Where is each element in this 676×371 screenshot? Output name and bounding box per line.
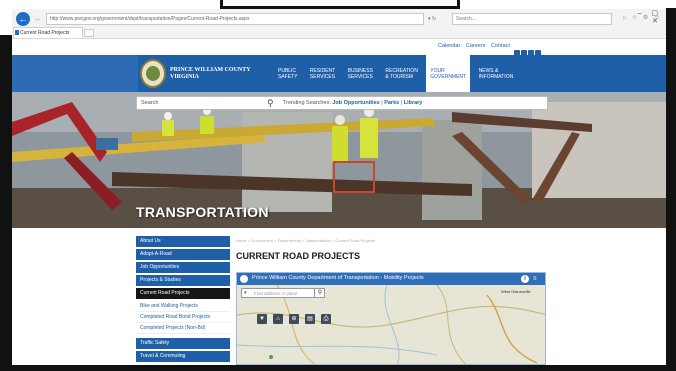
page-content: About Us Adopt-A-Road Job Opportunities … [12, 228, 666, 365]
hero-title: TRANSPORTATION [136, 204, 269, 220]
sidebar-nav: About Us Adopt-A-Road Job Opportunities … [136, 236, 230, 364]
page-title: CURRENT ROAD PROJECTS [236, 251, 361, 261]
construction-photo [12, 92, 666, 228]
sidebar-item-travel-commuting[interactable]: Travel & Commuting [136, 351, 230, 362]
sidebar-item-projects[interactable]: Projects & Studies [136, 275, 230, 286]
brand-line-2: VIRGINIA [170, 74, 200, 80]
map-search-input[interactable]: Find address or place [254, 291, 297, 296]
photo-frame-left [0, 35, 12, 371]
locate-icon[interactable]: ⊕ [289, 314, 299, 324]
site-search-bar: Search ⚲ Trending Searches: Job Opportun… [136, 96, 548, 110]
sidebar-item-traffic-safety[interactable]: Traffic Safety [136, 338, 230, 349]
print-icon[interactable]: ⎙ [321, 314, 331, 324]
nav-menu: PUBLIC SAFETY RESIDENT SERVICES BUSINESS SE… [274, 55, 517, 92]
browser-window: ← → http://www.pwcgov.org/government/dep… [12, 9, 666, 365]
browser-search-input[interactable]: Search... [452, 13, 612, 25]
contact-link[interactable]: Contact [491, 43, 510, 49]
sidebar-item-about[interactable]: About Us [136, 236, 230, 247]
page-favicon-icon [15, 30, 19, 35]
nav-left-panel [12, 55, 138, 92]
sidebar-subitem-completed-bond[interactable]: Completed Road Bond Projects [136, 312, 230, 323]
layers-icon[interactable]: ▤ [305, 314, 315, 324]
sidebar-item-jobs[interactable]: Job Opportunities [136, 262, 230, 273]
nav-item-news-information[interactable]: NEWS & INFORMATION [475, 55, 518, 92]
nav-item-recreation-tourism[interactable]: RECREATION & TOURISM [381, 55, 421, 92]
nav-item-public-safety[interactable]: PUBLIC SAFETY [274, 55, 301, 92]
trending-searches: Trending Searches: Job Opportunities | P… [283, 100, 423, 106]
browser-tab[interactable]: Current Road Projects [13, 27, 83, 38]
forward-arrow-icon[interactable]: → [33, 14, 43, 24]
utility-links: Calendar Careers Contact [438, 43, 514, 49]
dropdown-icon[interactable]: ▾ [244, 290, 247, 296]
nav-item-resident-services[interactable]: RESIDENT SERVICES [306, 55, 339, 92]
photo-frame-cord [220, 0, 460, 9]
back-arrow-icon[interactable]: ← [16, 12, 30, 26]
toolbar-icons[interactable]: ⌂ ☆ ⚙ ☺ [622, 14, 662, 24]
browser-chrome: ← → http://www.pwcgov.org/government/dep… [12, 9, 666, 39]
address-bar[interactable]: http://www.pwcgov.org/government/dept/tr… [46, 13, 424, 25]
map-widget[interactable]: Prince William County Department of Tran… [236, 272, 546, 365]
search-icon[interactable]: ⚲ [267, 98, 277, 108]
map-title: Prince William County Department of Tran… [252, 275, 424, 281]
sidebar-subitem-completed-non-bond[interactable]: Completed Projects (Non-Bd) [136, 323, 230, 334]
sidebar-subitem-bike-walking[interactable]: Bike and Walking Projects [136, 301, 230, 312]
map-search-icon[interactable]: ⚲ [314, 289, 325, 297]
nav-label: SERVICES [309, 74, 336, 80]
new-tab-button[interactable] [84, 29, 94, 37]
sidebar-item-current-road-projects[interactable]: Current Road Projects [136, 288, 230, 299]
home-icon[interactable]: ⌂ [273, 314, 283, 324]
calendar-link[interactable]: Calendar [438, 43, 460, 49]
main-navigation: PRINCE WILLIAM COUNTY VIRGINIA PUBLIC SAF… [12, 55, 666, 92]
map-header: Prince William County Department of Tran… [237, 273, 545, 285]
menu-icon[interactable]: ≡ [533, 275, 541, 283]
nav-item-your-government[interactable]: YOUR GOVERNMENT [426, 55, 471, 92]
site-search-input[interactable]: Search [141, 100, 158, 106]
county-brand[interactable]: PRINCE WILLIAM COUNTY VIRGINIA [170, 67, 260, 81]
refresh-icon[interactable]: ▾ ↻ [428, 13, 450, 25]
trending-link-library[interactable]: Library [404, 100, 423, 106]
nav-item-business-services[interactable]: BUSINESS SERVICES [344, 55, 377, 92]
nav-label: SAFETY [278, 74, 298, 80]
trending-label: Trending Searches: [283, 100, 331, 106]
photo-frame-bottom [0, 365, 676, 371]
seal-emblem [146, 66, 160, 81]
filter-icon[interactable]: ▼ [257, 314, 267, 324]
nav-label: INFORMATION [478, 74, 514, 80]
breadcrumb[interactable]: Home > Government > Departments > Transp… [236, 238, 375, 243]
hero-banner: Search ⚲ Trending Searches: Job Opportun… [12, 92, 666, 228]
nav-label: SERVICES [347, 74, 373, 80]
map-place-label: West Gainesville [501, 289, 531, 294]
map-toolbar: ▼ ⌂ ⊕ ▤ ⎙ [257, 307, 337, 325]
map-canvas[interactable]: ▾ Find address or place ⚲ ▼ ⌂ ⊕ ▤ ⎙ West Gai… [237, 285, 545, 364]
utility-bar: Calendar Careers Contact [12, 39, 666, 56]
nav-label: GOVERNMENT [430, 74, 467, 80]
sidebar-item-adopt-a-road[interactable]: Adopt-A-Road [136, 249, 230, 260]
trending-link-parks[interactable]: Parks [384, 100, 399, 106]
tab-title: Current Road Projects [20, 30, 70, 36]
county-seal-logo[interactable] [140, 59, 166, 88]
map-logo-icon [240, 275, 248, 283]
careers-link[interactable]: Careers [466, 43, 486, 49]
info-icon[interactable]: i [521, 275, 529, 283]
map-address-search: ▾ Find address or place ⚲ [241, 288, 325, 298]
photo-frame-right [666, 8, 676, 371]
brand-line-1: PRINCE WILLIAM COUNTY [170, 67, 251, 73]
nav-label: & TOURISM [385, 74, 413, 80]
trending-link-jobs[interactable]: Job Opportunities [332, 100, 379, 106]
